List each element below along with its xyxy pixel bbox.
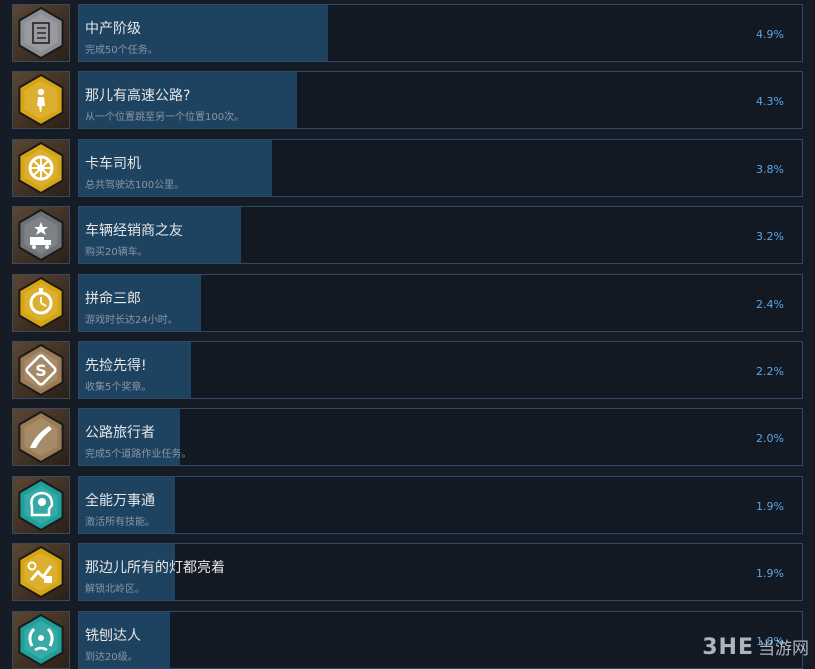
skills-head-badge-icon bbox=[12, 476, 70, 534]
achievement-title: 那儿有高速公路? bbox=[85, 88, 191, 104]
laurel-badge-icon bbox=[12, 611, 70, 669]
unlock-percentage: 4.3% bbox=[756, 95, 784, 108]
achievement-title: 先捡先得! bbox=[85, 358, 147, 374]
achievement-title: 公路旅行者 bbox=[85, 425, 155, 441]
achievement-description: 到达20级。 bbox=[85, 652, 138, 663]
truck-star-badge-icon bbox=[12, 206, 70, 264]
achievement-progress: 那边儿所有的灯都亮着解锁北岭区。 1.9% bbox=[78, 543, 803, 601]
achievement-row[interactable]: 那儿有高速公路? 从一个位置跳至另一个位置100次。 4.3% bbox=[12, 71, 803, 129]
achievement-progress: 拼命三郎游戏时长达24小时。 2.4% bbox=[78, 274, 803, 332]
achievement-row[interactable]: 公路旅行者完成5个道路作业任务。 2.0% bbox=[12, 408, 803, 466]
achievement-row[interactable]: S 先捡先得! 收集5个奖章。 2.2% bbox=[12, 341, 803, 399]
person-badge-icon bbox=[12, 71, 70, 129]
medal-s-badge-icon: S bbox=[12, 341, 70, 399]
achievement-progress: 卡车司机总共驾驶达100公里。 3.8% bbox=[78, 139, 803, 197]
achievement-description: 游戏时长达24小时。 bbox=[85, 315, 178, 326]
unlock-percentage: 3.8% bbox=[756, 163, 784, 176]
unlock-percentage: 1.9% bbox=[756, 500, 784, 513]
achievement-description: 购买20辆车。 bbox=[85, 247, 148, 258]
achievement-row[interactable]: 全能万事通激活所有技能。 1.9% bbox=[12, 476, 803, 534]
achievement-title: 卡车司机 bbox=[85, 156, 141, 172]
stopwatch-badge-icon bbox=[12, 274, 70, 332]
achievement-title: 那边儿所有的灯都亮着 bbox=[85, 560, 225, 576]
watermark-site: 当游网 bbox=[758, 639, 809, 659]
achievement-row[interactable]: 那边儿所有的灯都亮着解锁北岭区。 1.9% bbox=[12, 543, 803, 601]
achievement-progress: 那儿有高速公路? 从一个位置跳至另一个位置100次。 4.3% bbox=[78, 71, 803, 129]
unlock-percentage: 3.2% bbox=[756, 230, 784, 243]
achievement-progress: 先捡先得! 收集5个奖章。 2.2% bbox=[78, 341, 803, 399]
achievement-progress: 铣刨达人 到达20级。 1.8% bbox=[78, 611, 803, 669]
achievement-progress: 中产阶级完成50个任务。 4.9% bbox=[78, 4, 803, 62]
achievement-progress: 公路旅行者完成5个道路作业任务。 2.0% bbox=[78, 408, 803, 466]
achievement-title: 拼命三郎 bbox=[85, 291, 141, 307]
achievement-description: 激活所有技能。 bbox=[85, 517, 155, 528]
unlock-percentage: 2.2% bbox=[756, 365, 784, 378]
watermark: 3HE 当游网 bbox=[702, 634, 809, 660]
achievement-row[interactable]: 卡车司机总共驾驶达100公里。 3.8% bbox=[12, 139, 803, 197]
map-unlock-badge-icon bbox=[12, 543, 70, 601]
achievement-row[interactable]: 拼命三郎游戏时长达24小时。 2.4% bbox=[12, 274, 803, 332]
achievement-description: 总共驾驶达100公里。 bbox=[85, 180, 185, 191]
achievement-title: 中产阶级 bbox=[85, 21, 141, 37]
achievement-description: 收集5个奖章。 bbox=[85, 382, 152, 393]
achievement-progress: 车辆经销商之友购买20辆车。 3.2% bbox=[78, 206, 803, 264]
achievement-row[interactable]: 铣刨达人 到达20级。 1.8% bbox=[12, 611, 803, 669]
unlock-percentage: 2.4% bbox=[756, 298, 784, 311]
watermark-logo: 3HE bbox=[702, 635, 754, 660]
achievement-description: 解锁北岭区。 bbox=[85, 584, 145, 595]
achievement-title: 铣刨达人 bbox=[85, 628, 141, 644]
wheel-badge-icon bbox=[12, 139, 70, 197]
achievement-title: 车辆经销商之友 bbox=[85, 223, 183, 239]
achievement-description: 从一个位置跳至另一个位置100次。 bbox=[85, 112, 245, 123]
achievement-row[interactable]: 车辆经销商之友购买20辆车。 3.2% bbox=[12, 206, 803, 264]
unlock-percentage: 4.9% bbox=[756, 28, 784, 41]
checklist-badge-icon bbox=[12, 4, 70, 62]
unlock-percentage: 2.0% bbox=[756, 432, 784, 445]
achievement-progress: 全能万事通激活所有技能。 1.9% bbox=[78, 476, 803, 534]
achievement-title: 全能万事通 bbox=[85, 493, 155, 509]
achievement-description: 完成50个任务。 bbox=[85, 45, 158, 56]
svg-text:S: S bbox=[35, 361, 47, 380]
achievement-row[interactable]: 中产阶级完成50个任务。 4.9% bbox=[12, 4, 803, 62]
unlock-percentage: 1.9% bbox=[756, 567, 784, 580]
achievement-description: 完成5个道路作业任务。 bbox=[85, 449, 192, 460]
road-badge-icon bbox=[12, 408, 70, 466]
